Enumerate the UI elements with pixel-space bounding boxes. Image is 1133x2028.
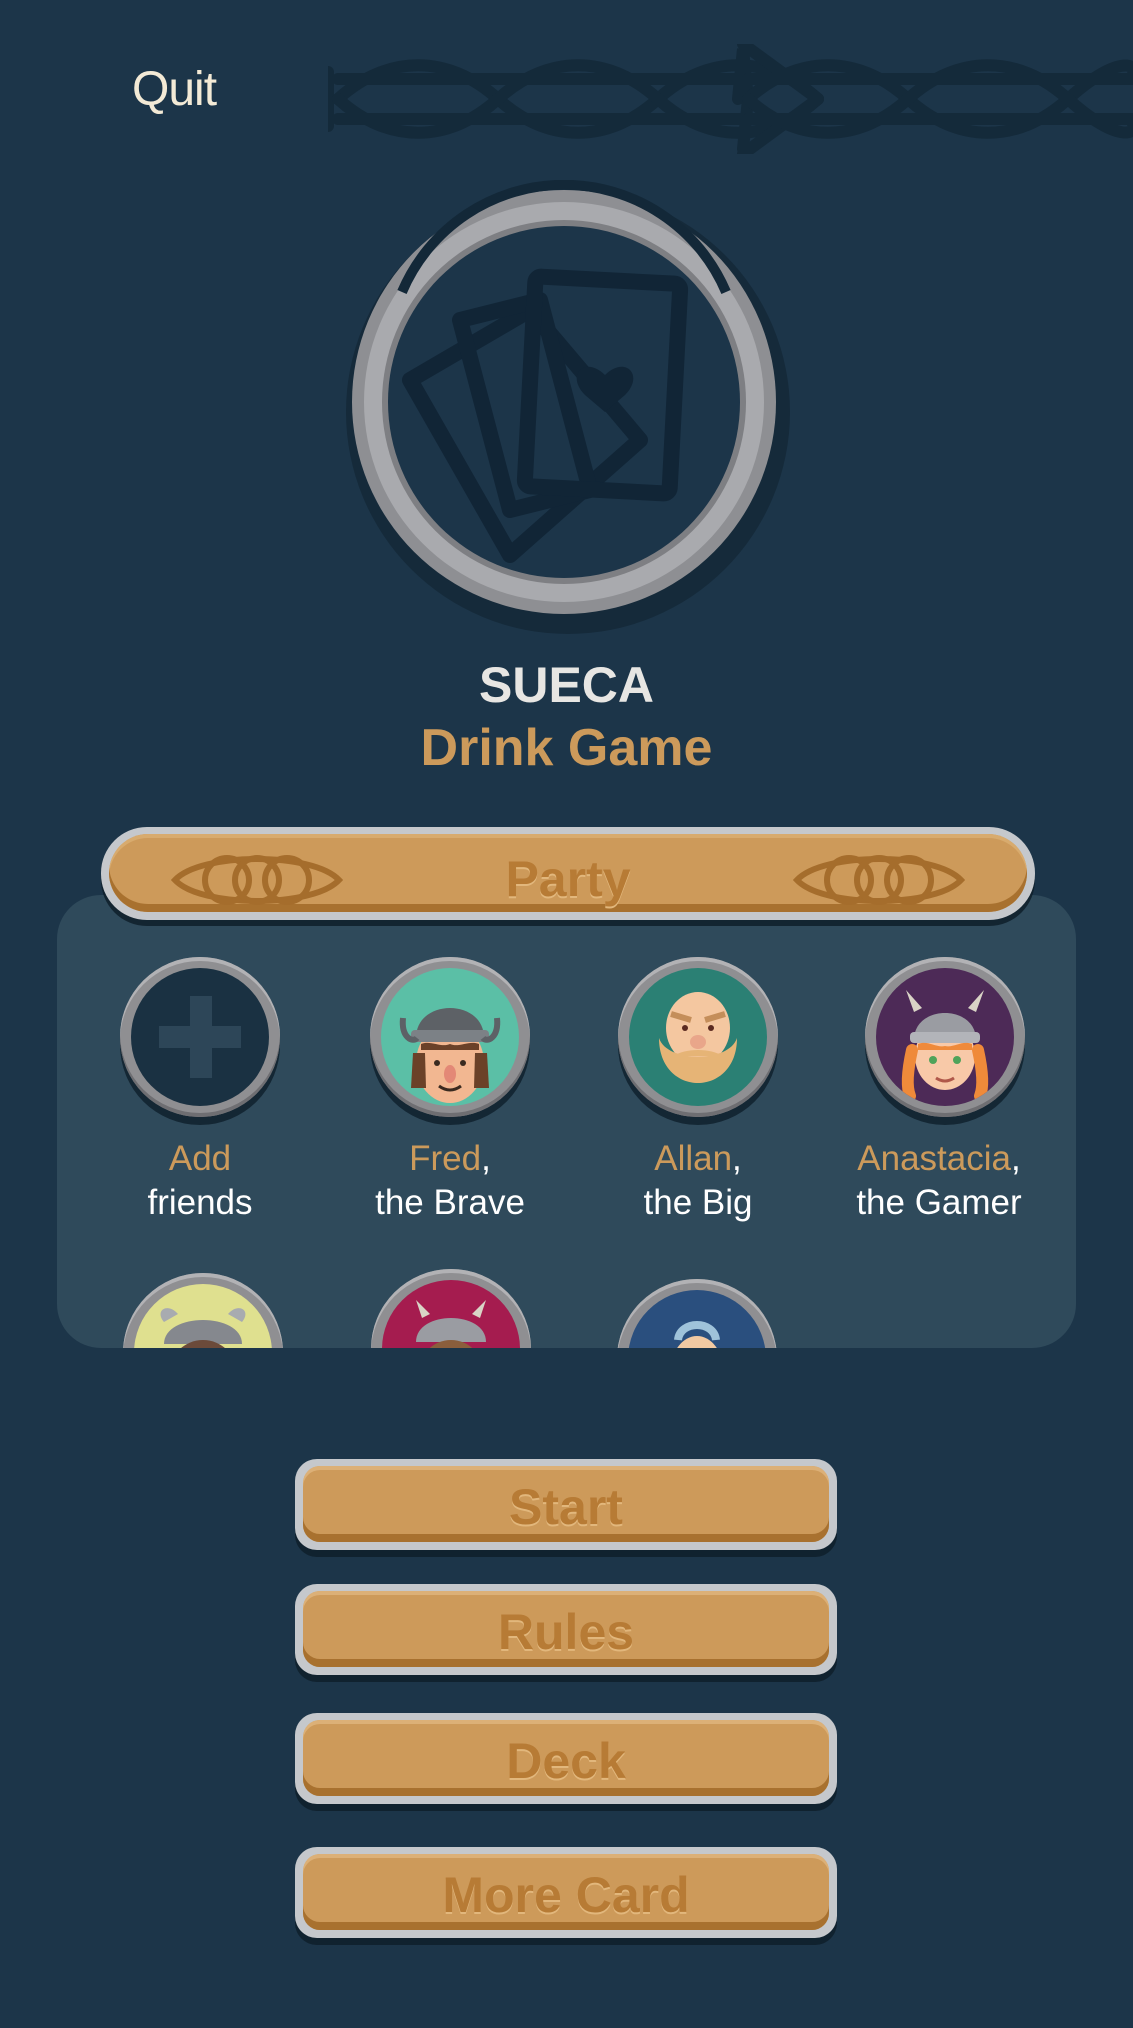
celtic-knot-right-icon <box>793 855 965 905</box>
deck-label: Deck <box>506 1733 626 1789</box>
game-title: SUECA <box>478 657 655 713</box>
party-tab[interactable]: Party <box>101 827 1035 920</box>
rules-label: Rules <box>497 1604 635 1660</box>
member-title: friends <box>147 1183 253 1222</box>
add-plus-icon <box>159 996 241 1078</box>
quit-button[interactable]: Quit <box>132 62 217 117</box>
playing-cards-icon <box>346 180 790 634</box>
member-title: the Brave <box>375 1183 525 1222</box>
member-avatar[interactable] <box>617 1279 777 1348</box>
deck-button[interactable]: Deck <box>295 1713 837 1804</box>
member-avatar[interactable] <box>123 1273 283 1348</box>
member-title: the Gamer <box>856 1183 1022 1222</box>
more-card-button[interactable]: More Card <box>295 1847 837 1938</box>
viking-girl-avatar <box>901 990 989 1102</box>
member-name: Fred <box>409 1139 482 1178</box>
more-card-label: More Card <box>442 1867 690 1923</box>
bearded-viking-avatar <box>659 992 737 1083</box>
member-name: Anastacia <box>857 1139 1011 1178</box>
celtic-knot-decoration <box>328 44 1133 154</box>
member-avatar[interactable] <box>371 1269 531 1348</box>
start-button[interactable]: Start <box>295 1459 837 1550</box>
party-panel: Add friends Fred, the Brave Allan, the B… <box>57 895 1076 1348</box>
viking-avatar <box>160 1308 246 1348</box>
viking-avatar <box>416 1300 486 1348</box>
game-subtitle: Drink Game <box>420 719 713 777</box>
member-title: the Big <box>643 1183 753 1222</box>
member-name: Allan <box>654 1139 733 1178</box>
rules-button[interactable]: Rules <box>295 1584 837 1675</box>
viking-avatar <box>674 1321 720 1348</box>
viking-boy-avatar <box>399 1008 501 1103</box>
member-name: Add <box>168 1139 232 1178</box>
start-label: Start <box>509 1479 623 1535</box>
